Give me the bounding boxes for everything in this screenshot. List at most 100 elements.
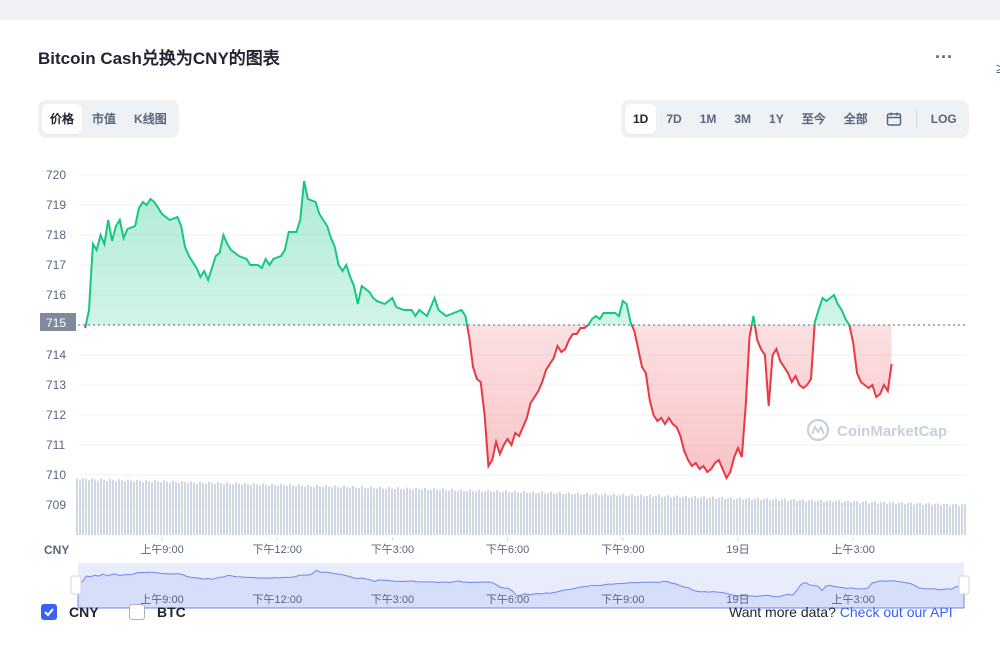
volume-bar — [157, 481, 159, 535]
volume-bar — [499, 492, 501, 535]
volume-bar — [745, 498, 747, 535]
volume-bar — [370, 486, 372, 535]
navigator-left-handle[interactable] — [70, 575, 82, 595]
volume-bar — [328, 486, 330, 535]
volume-bar — [202, 482, 204, 535]
cny-checkbox[interactable] — [41, 604, 57, 620]
y-tick-label: 719 — [46, 198, 66, 212]
volume-bar — [298, 484, 300, 535]
baseline-label: 715 — [46, 316, 66, 330]
range-navigator[interactable]: 上午9:00 下午12:00 下午3:00 下午6:00 下午9:00 19日 上午3:00 — [70, 563, 970, 609]
volume-bar — [916, 503, 918, 535]
legend-btc[interactable]: BTC — [129, 604, 186, 620]
x-tick-label: 下午9:00 — [601, 543, 644, 556]
volume-bar — [220, 483, 222, 535]
volume-bar — [466, 491, 468, 535]
volume-bars — [76, 478, 966, 535]
volume-bar — [304, 486, 306, 535]
volume-bar — [349, 487, 351, 535]
volume-bar — [670, 497, 672, 535]
volume-bar — [904, 504, 906, 535]
volume-bar — [358, 488, 360, 535]
volume-bar — [610, 494, 612, 535]
volume-bar — [958, 506, 960, 535]
volume-bar — [868, 503, 870, 535]
volume-bar — [754, 498, 756, 535]
volume-bar — [742, 499, 744, 535]
volume-bar — [340, 487, 342, 535]
btc-checkbox[interactable] — [129, 604, 145, 620]
volume-bar — [841, 502, 843, 535]
volume-bar — [391, 488, 393, 535]
api-promo-text: Want more data? — [729, 604, 836, 620]
volume-bar — [241, 484, 243, 535]
volume-bar — [193, 482, 195, 535]
volume-bar — [736, 498, 738, 535]
volume-bar — [259, 485, 261, 535]
volume-bar — [229, 483, 231, 535]
volume-bar — [874, 501, 876, 535]
volume-bar — [937, 503, 939, 535]
volume-bar — [727, 498, 729, 535]
volume-bar — [964, 504, 966, 535]
volume-bar — [733, 499, 735, 535]
x-tick-label: 下午12:00 — [252, 543, 302, 556]
volume-bar — [307, 484, 309, 535]
volume-bar — [628, 495, 630, 535]
volume-bar — [355, 487, 357, 535]
volume-bar — [76, 478, 78, 535]
volume-bar — [121, 480, 123, 535]
volume-bar — [433, 488, 435, 535]
volume-bar — [952, 504, 954, 535]
volume-bar — [460, 489, 462, 535]
watermark: CoinMarketCap — [806, 418, 947, 442]
volume-bar — [529, 492, 531, 535]
volume-bar — [79, 480, 81, 535]
volume-bar — [943, 503, 945, 535]
volume-bar — [82, 478, 84, 535]
volume-bar — [562, 494, 564, 535]
volume-bar — [97, 480, 99, 535]
volume-bar — [796, 501, 798, 535]
volume-bar — [667, 495, 669, 535]
volume-bar — [514, 490, 516, 535]
volume-bar — [724, 498, 726, 535]
volume-bar — [568, 492, 570, 535]
volume-bar — [580, 494, 582, 535]
volume-bar — [790, 499, 792, 535]
volume-bar — [586, 492, 588, 535]
api-link[interactable]: Check out our API — [840, 604, 953, 620]
volume-bar — [712, 496, 714, 535]
y-tick-label: 718 — [46, 228, 66, 242]
volume-bar — [214, 484, 216, 535]
volume-bar — [133, 481, 135, 535]
volume-bar — [271, 483, 273, 535]
volume-bar — [253, 483, 255, 535]
volume-bar — [436, 490, 438, 535]
volume-bar — [385, 488, 387, 535]
volume-bar — [124, 481, 126, 535]
volume-bar — [601, 494, 603, 535]
volume-bar — [100, 478, 102, 535]
navigator-right-handle[interactable] — [958, 575, 970, 595]
volume-bar — [595, 493, 597, 535]
volume-bar — [853, 501, 855, 535]
volume-bar — [532, 491, 534, 535]
volume-bar — [889, 502, 891, 535]
volume-bar — [406, 487, 408, 535]
volume-bar — [475, 491, 477, 535]
volume-bar — [829, 500, 831, 535]
y-axis: 720 719 718 717 716 714 713 712 711 710 709 — [46, 168, 66, 512]
volume-bar — [658, 494, 660, 535]
volume-bar — [322, 487, 324, 535]
volume-bar — [274, 484, 276, 535]
legend-cny[interactable]: CNY — [41, 604, 99, 620]
volume-bar — [163, 480, 165, 535]
volume-bar — [694, 496, 696, 535]
volume-bar — [136, 479, 138, 535]
y-tick-label: 711 — [46, 438, 65, 452]
volume-bar — [280, 483, 282, 535]
volume-bar — [352, 485, 354, 535]
volume-bar — [265, 484, 267, 535]
volume-bar — [859, 503, 861, 535]
